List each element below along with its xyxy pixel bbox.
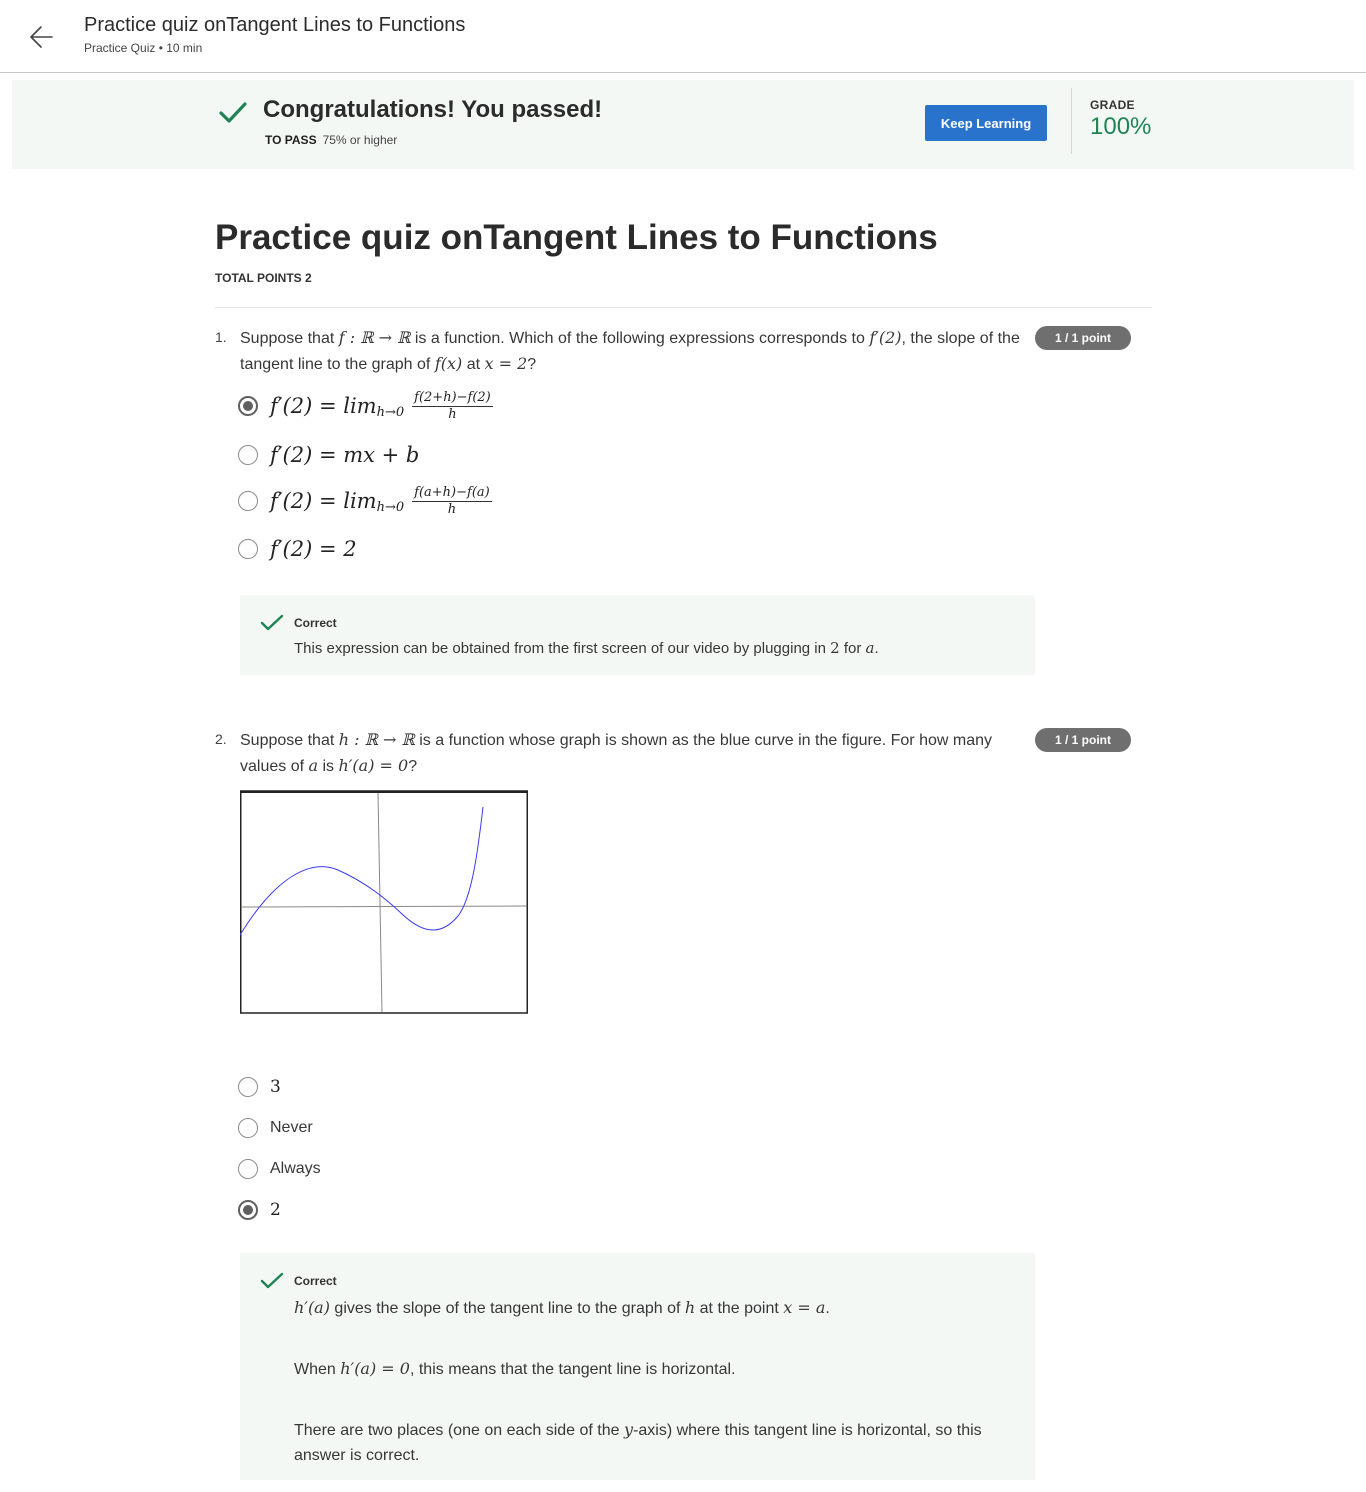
radio-button[interactable] [238,1118,258,1138]
question-number: 1. [215,329,227,345]
function-graph-figure [239,790,528,1014]
feedback-title: Correct [294,1274,337,1288]
option-always[interactable]: Always [238,1154,321,1184]
option-label: f′(2) = 2 [270,537,357,561]
option-label: 2 [270,1200,281,1220]
feedback-text: This expression can be obtained from the… [294,639,879,657]
feedback-paragraph: h′(a) gives the slope of the tangent lin… [294,1298,830,1317]
option-three[interactable]: 3 [238,1072,281,1102]
section-divider [215,307,1152,308]
option-label: f′(2) = mx + b [270,443,420,467]
grade-value: 100% [1090,113,1152,140]
feedback-panel: Correct h′(a) gives the slope of the tan… [240,1253,1035,1480]
option-two[interactable]: 2 [238,1195,281,1225]
total-points: TOTAL POINTS 2 [215,271,312,285]
grade-divider [1071,88,1072,154]
option-label: Never [270,1119,313,1136]
feedback-paragraph: There are two places (one on each side o… [294,1420,982,1464]
feedback-paragraph: When h′(a) = 0, this means that the tang… [294,1359,736,1378]
radio-button[interactable] [238,539,258,559]
points-badge: 1 / 1 point [1035,728,1131,752]
check-icon [260,1271,284,1291]
option-label: Always [270,1160,321,1177]
pass-requirement: TO PASS 75% or higher [265,133,398,147]
radio-button[interactable] [238,1159,258,1179]
points-badge: 1 / 1 point [1035,326,1131,350]
radio-button[interactable] [238,445,258,465]
option-limit-2[interactable]: f′(2) = lim h→0 f(2+h)−f(2) h [238,389,493,422]
option-label: f′(2) = lim h→0 f(2+h)−f(2) h [270,389,493,422]
top-bar: Practice quiz onTangent Lines to Functio… [0,0,1366,73]
header-title: Practice quiz onTangent Lines to Functio… [84,14,466,36]
question-text: Suppose that f : ℝ → ℝ is a function. Wh… [240,328,1020,373]
keep-learning-button[interactable]: Keep Learning [925,105,1047,141]
result-banner: Congratulations! You passed! TO PASS 75% … [12,80,1354,169]
radio-button[interactable] [238,1077,258,1097]
question-text: Suppose that h : ℝ → ℝ is a function who… [240,730,992,775]
question-number: 2. [215,731,227,747]
graph-border [240,790,528,1014]
radio-button[interactable] [238,396,258,416]
pass-message: Congratulations! You passed! [263,96,603,123]
radio-button[interactable] [238,491,258,511]
option-never[interactable]: Never [238,1113,313,1143]
feedback-panel: Correct This expression can be obtained … [240,595,1035,675]
header-subtitle: Practice Quiz • 10 min [84,41,203,55]
radio-button[interactable] [238,1200,258,1220]
option-limit-a[interactable]: f′(2) = lim h→0 f(a+h)−f(a) h [238,484,492,517]
option-constant[interactable]: f′(2) = 2 [238,534,357,564]
back-arrow-icon[interactable] [26,22,58,52]
grade-label: GRADE [1090,98,1135,112]
option-linear[interactable]: f′(2) = mx + b [238,440,419,470]
option-label: f′(2) = lim h→0 f(a+h)−f(a) h [270,484,492,517]
check-icon [218,100,248,126]
check-icon [260,613,284,633]
feedback-title: Correct [294,616,337,630]
option-label: 3 [270,1077,281,1097]
quiz-title: Practice quiz onTangent Lines to Functio… [215,218,938,257]
